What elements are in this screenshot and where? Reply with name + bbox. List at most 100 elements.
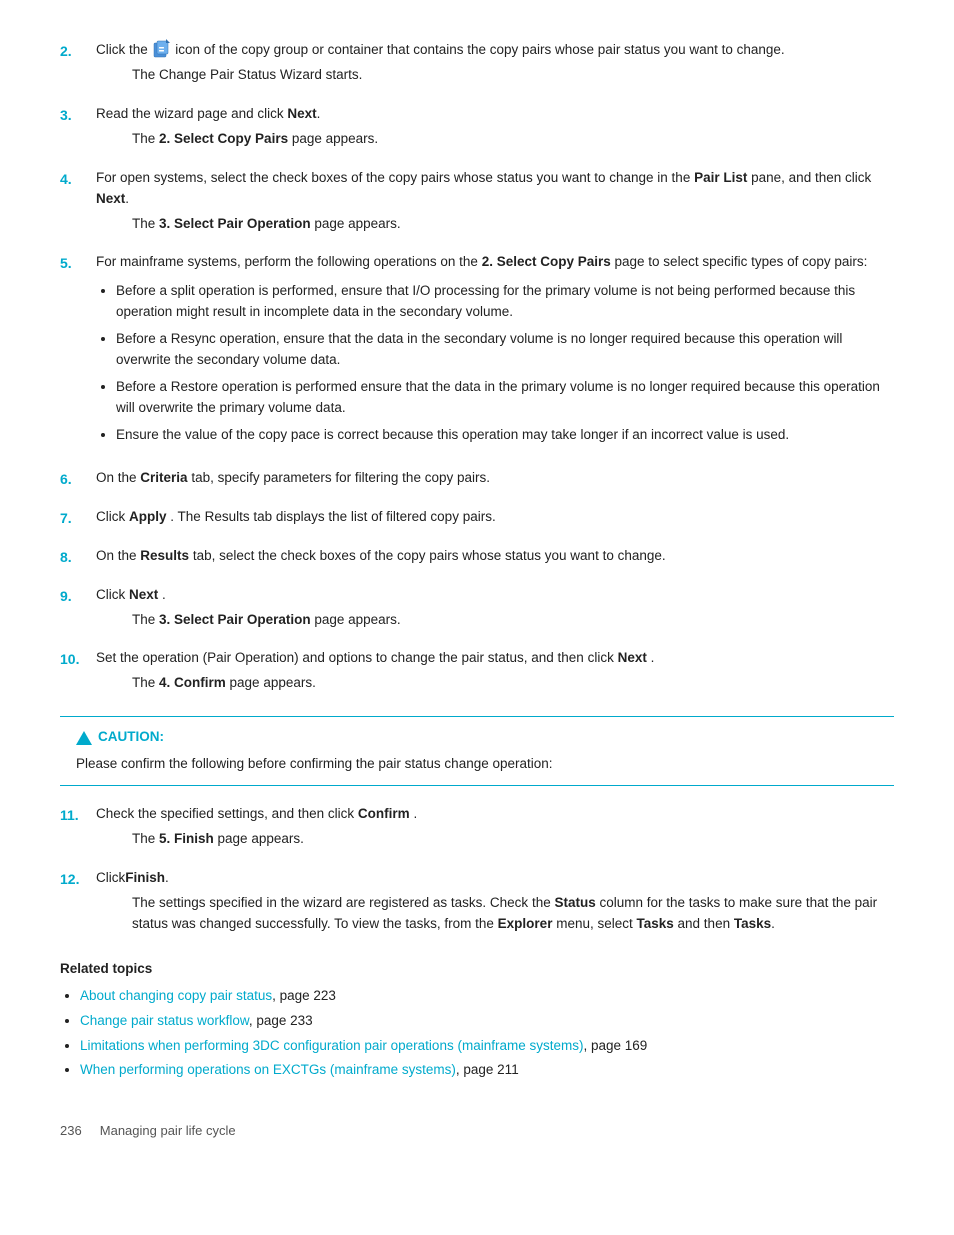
step-num-11: 11.	[60, 804, 96, 827]
step-num-10: 10.	[60, 648, 96, 671]
copy-group-icon	[152, 39, 172, 59]
related-suffix-1: , page 223	[272, 988, 336, 1003]
step8-text2: tab, select the check boxes of the copy …	[193, 548, 666, 563]
step-num-9: 9.	[60, 585, 96, 608]
step-num-2: 2.	[60, 40, 96, 63]
step10-bold: Next	[618, 650, 647, 665]
step-content-6: On the Criteria tab, specify parameters …	[96, 468, 894, 493]
step12-sub: The settings specified in the wizard are…	[132, 893, 894, 935]
related-link-2[interactable]: Change pair status workflow	[80, 1013, 249, 1028]
bullet-2: Before a Resync operation, ensure that t…	[116, 329, 894, 371]
step9-bold: Next	[129, 587, 158, 602]
step-4: 4. For open systems, select the check bo…	[60, 168, 894, 239]
step5-text2: page to select specific types of copy pa…	[615, 254, 868, 269]
step4-sub: The 3. Select Pair Operation page appear…	[132, 214, 894, 235]
step-num-3: 3.	[60, 104, 96, 127]
caution-triangle-icon	[76, 731, 92, 745]
step7-bold: Apply	[129, 509, 167, 524]
related-topics: Related topics About changing copy pair …	[60, 959, 894, 1082]
step5-bullets: Before a split operation is performed, e…	[116, 281, 894, 445]
step-9: 9. Click Next . The 3. Select Pair Opera…	[60, 585, 894, 635]
step-8: 8. On the Results tab, select the check …	[60, 546, 894, 571]
step2-text-after: icon of the copy group or container that…	[175, 42, 784, 57]
step9-text1: Click	[96, 587, 125, 602]
step4-bold2: Next	[96, 191, 125, 206]
step-6: 6. On the Criteria tab, specify paramete…	[60, 468, 894, 493]
step-content-5: For mainframe systems, perform the follo…	[96, 252, 894, 453]
step-num-6: 6.	[60, 468, 96, 491]
step-12: 12. ClickFinish. The settings specified …	[60, 868, 894, 939]
step11-text2: .	[413, 806, 417, 821]
step9-sub: The 3. Select Pair Operation page appear…	[132, 610, 894, 631]
bullet-3: Before a Restore operation is performed …	[116, 377, 894, 419]
step-content-4: For open systems, select the check boxes…	[96, 168, 894, 239]
step-11: 11. Check the specified settings, and th…	[60, 804, 894, 854]
step11-bold: Confirm	[358, 806, 410, 821]
footer: 236 Managing pair life cycle	[60, 1121, 894, 1141]
step11-sub: The 5. Finish page appears.	[132, 829, 894, 850]
caution-box: CAUTION: Please confirm the following be…	[60, 716, 894, 786]
related-link-4[interactable]: When performing operations on EXCTGs (ma…	[80, 1062, 456, 1077]
step2-text-before: Click the	[96, 42, 148, 57]
footer-section: Managing pair life cycle	[100, 1123, 236, 1138]
step12-text1: Click	[96, 870, 125, 885]
step5-text1: For mainframe systems, perform the follo…	[96, 254, 478, 269]
step-content-11: Check the specified settings, and then c…	[96, 804, 894, 854]
step-content-9: Click Next . The 3. Select Pair Operatio…	[96, 585, 894, 635]
step-5: 5. For mainframe systems, perform the fo…	[60, 252, 894, 453]
related-item-2: Change pair status workflow, page 233	[80, 1011, 894, 1032]
step-content-8: On the Results tab, select the check box…	[96, 546, 894, 571]
step-num-12: 12.	[60, 868, 96, 891]
step4-text2: pane, and then click	[751, 170, 871, 185]
bullet-1: Before a split operation is performed, e…	[116, 281, 894, 323]
step-2: 2. Click the icon of the copy group or c…	[60, 40, 894, 90]
step5-bold: 2. Select Copy Pairs	[482, 254, 611, 269]
related-item-4: When performing operations on EXCTGs (ma…	[80, 1060, 894, 1081]
related-link-1[interactable]: About changing copy pair status	[80, 988, 272, 1003]
step-content-7: Click Apply . The Results tab displays t…	[96, 507, 894, 532]
step3-text1: Read the wizard page and click	[96, 106, 284, 121]
step6-bold: Criteria	[140, 470, 187, 485]
step-3: 3. Read the wizard page and click Next. …	[60, 104, 894, 154]
step-num-4: 4.	[60, 168, 96, 191]
step3-bold: Next	[287, 106, 316, 121]
step10-text2: .	[651, 650, 655, 665]
step7-text1: Click	[96, 509, 125, 524]
related-suffix-4: , page 211	[456, 1062, 519, 1077]
step6-text1: On the	[96, 470, 137, 485]
step-content-2: Click the icon of the copy group or cont…	[96, 40, 894, 90]
step-content-3: Read the wizard page and click Next. The…	[96, 104, 894, 154]
related-topics-list: About changing copy pair status, page 22…	[80, 986, 894, 1082]
related-suffix-2: , page 233	[249, 1013, 313, 1028]
step3-dot: .	[317, 106, 321, 121]
caution-label: CAUTION:	[98, 727, 164, 748]
related-item-1: About changing copy pair status, page 22…	[80, 986, 894, 1007]
step9-text2: .	[162, 587, 166, 602]
step-10: 10. Set the operation (Pair Operation) a…	[60, 648, 894, 698]
caution-header: CAUTION:	[76, 727, 878, 748]
step12-bold: Finish	[125, 870, 165, 885]
step-content-10: Set the operation (Pair Operation) and o…	[96, 648, 894, 698]
step10-text1: Set the operation (Pair Operation) and o…	[96, 650, 614, 665]
step12-text2: .	[165, 870, 169, 885]
step4-bold1: Pair List	[694, 170, 747, 185]
step6-text2: tab, specify parameters for filtering th…	[191, 470, 490, 485]
step8-text1: On the	[96, 548, 137, 563]
bullet-4: Ensure the value of the copy pace is cor…	[116, 425, 894, 446]
related-link-3[interactable]: Limitations when performing 3DC configur…	[80, 1038, 583, 1053]
step-num-7: 7.	[60, 507, 96, 530]
step11-text1: Check the specified settings, and then c…	[96, 806, 354, 821]
footer-page: 236	[60, 1123, 82, 1138]
related-item-3: Limitations when performing 3DC configur…	[80, 1036, 894, 1057]
step4-text1: For open systems, select the check boxes…	[96, 170, 690, 185]
related-topics-label: Related topics	[60, 959, 894, 980]
caution-text: Please confirm the following before conf…	[76, 754, 878, 775]
step4-dot: .	[125, 191, 129, 206]
step10-sub: The 4. Confirm page appears.	[132, 673, 894, 694]
step8-bold: Results	[140, 548, 189, 563]
step-num-8: 8.	[60, 546, 96, 569]
step-7: 7. Click Apply . The Results tab display…	[60, 507, 894, 532]
step7-text2: . The Results tab displays the list of f…	[170, 509, 495, 524]
related-suffix-3: , page 169	[583, 1038, 647, 1053]
step2-sub: The Change Pair Status Wizard starts.	[132, 65, 894, 86]
